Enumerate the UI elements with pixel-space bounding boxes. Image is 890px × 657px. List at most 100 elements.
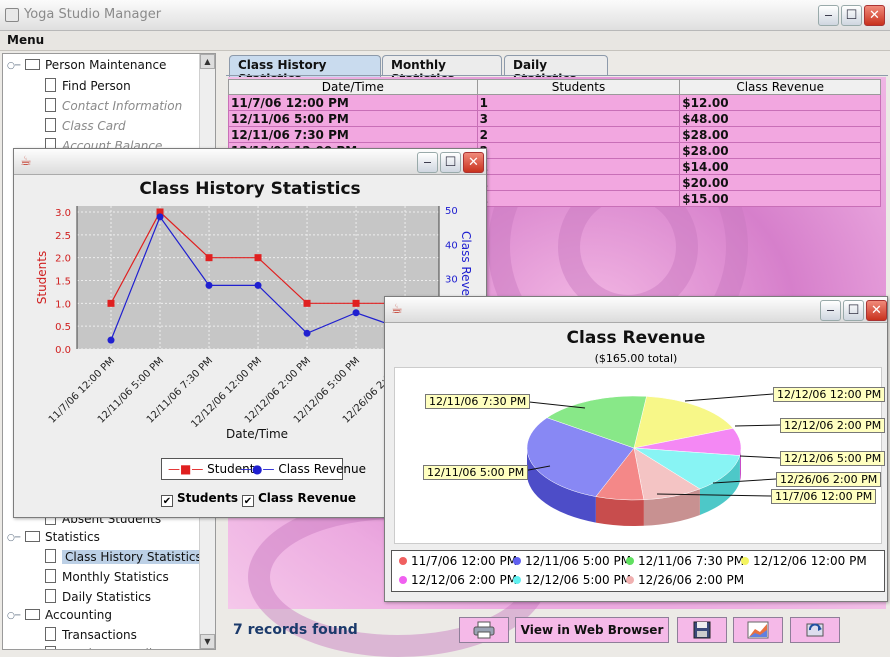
y-axis-label: Students bbox=[35, 251, 49, 305]
revenue-point bbox=[303, 329, 311, 337]
app-icon bbox=[5, 8, 19, 22]
students-point bbox=[205, 254, 213, 262]
scroll-up-button[interactable]: ▲ bbox=[200, 54, 215, 69]
pie-legend-item: 12/12/06 5:00 PM bbox=[513, 573, 631, 587]
document-icon bbox=[45, 78, 56, 92]
view-in-web-browser-button[interactable]: View in Web Browser bbox=[515, 617, 669, 643]
students-point bbox=[352, 299, 360, 307]
folder-icon bbox=[25, 609, 40, 620]
revenue-point bbox=[156, 213, 164, 221]
pie-callout-label: 11/7/06 12:00 PM bbox=[771, 489, 877, 504]
table-cell: 12/11/06 7:30 PM bbox=[228, 126, 478, 143]
scroll-down-button[interactable]: ▼ bbox=[200, 634, 215, 649]
save-button[interactable] bbox=[677, 617, 727, 643]
menu-button[interactable]: Menu bbox=[7, 33, 44, 47]
pie-callout-label: 12/11/06 7:30 PM bbox=[425, 394, 531, 409]
pie-legend-label: 12/11/06 7:30 PM bbox=[638, 554, 745, 568]
tree-item-find-person[interactable]: Find Person bbox=[45, 78, 131, 96]
chart-window-titlebar: ☕ ‒ ☐ ✕ bbox=[14, 149, 486, 175]
table-cell: $28.00 bbox=[679, 126, 881, 143]
tree-item-label: Contact Information bbox=[62, 99, 183, 113]
minimize-button[interactable]: ‒ bbox=[818, 5, 839, 26]
table-row[interactable]: 11/7/06 12:00 PM 1 $12.00 bbox=[228, 94, 881, 111]
print-button[interactable] bbox=[459, 617, 509, 643]
tab-class-history-statistics[interactable]: Class History Statistics bbox=[229, 55, 381, 86]
pie-maximize-button[interactable]: ☐ bbox=[843, 300, 864, 321]
tree-item-contact-information[interactable]: Contact Information bbox=[45, 98, 182, 116]
close-button[interactable]: ✕ bbox=[864, 5, 885, 26]
table-row[interactable]: 12/11/06 5:00 PM 3 $48.00 bbox=[228, 110, 881, 127]
students-point bbox=[303, 299, 311, 307]
pie-minimize-button[interactable]: ‒ bbox=[820, 300, 841, 321]
table-cell: $12.00 bbox=[679, 94, 881, 111]
table-cell: $14.00 bbox=[679, 158, 881, 175]
tree-expander-icon[interactable]: ○─ bbox=[7, 611, 20, 621]
chart-maximize-button[interactable]: ☐ bbox=[440, 152, 461, 173]
pie-window-titlebar: ☕ ‒ ☐ ✕ bbox=[385, 297, 887, 323]
revenue-checkbox-label: Class Revenue bbox=[258, 491, 357, 505]
tree-item-label: Statistics bbox=[45, 530, 100, 544]
chart-close-button[interactable]: ✕ bbox=[463, 152, 484, 173]
students-checkbox[interactable]: ✔ Students bbox=[161, 491, 238, 507]
check-icon: ✔ bbox=[161, 495, 173, 507]
printer-icon bbox=[473, 621, 495, 639]
tree-expander-icon[interactable]: ○─ bbox=[7, 61, 20, 71]
tree-item-daily-statistics[interactable]: Daily Statistics bbox=[45, 589, 151, 607]
refresh-button[interactable] bbox=[790, 617, 840, 643]
tree-item-label: Person Maintenance bbox=[45, 58, 167, 72]
y-tick-label: 2.5 bbox=[55, 231, 71, 242]
tree-item-statistics[interactable]: Statistics bbox=[25, 530, 100, 548]
tree-expander-icon[interactable]: ○─ bbox=[7, 533, 20, 543]
chart-button[interactable] bbox=[733, 617, 783, 643]
tree-item-person-maintenance[interactable]: Person Maintenance bbox=[25, 58, 166, 76]
tree-item-label: Accounting bbox=[45, 608, 113, 622]
tree-item-label: Daily Statistics bbox=[62, 590, 152, 604]
revenue-point bbox=[254, 281, 262, 289]
records-found-label: 7 records found bbox=[233, 622, 358, 638]
pie-legend-item: 12/26/06 2:00 PM bbox=[626, 573, 744, 587]
pie-legend-item: 11/7/06 12:00 PM bbox=[399, 554, 517, 568]
revenue-checkbox[interactable]: ✔ Class Revenue bbox=[242, 491, 356, 507]
chart-minimize-button[interactable]: ‒ bbox=[417, 152, 438, 173]
y-tick-label: 2.0 bbox=[55, 254, 71, 265]
pie-legend-item: 12/11/06 7:30 PM bbox=[626, 554, 744, 568]
legend-dot-icon bbox=[399, 557, 407, 565]
callout-line bbox=[734, 424, 781, 427]
tree-item-teacher-payroll[interactable]: Teacher Payroll bbox=[45, 646, 152, 649]
pie-callout-label: 12/12/06 2:00 PM bbox=[780, 418, 886, 433]
tab-daily-statistics[interactable]: Daily Statistics bbox=[504, 55, 608, 86]
tree-item-monthly-statistics[interactable]: Monthly Statistics bbox=[45, 569, 169, 587]
y-tick-label: 0.0 bbox=[55, 345, 71, 356]
tree-item-class-history-statistics[interactable]: Class History Statistics bbox=[45, 549, 205, 567]
legend-revenue: —●— Class Revenue bbox=[240, 462, 366, 476]
line-chart-legend: —■— Students —●— Class Revenue bbox=[161, 458, 366, 480]
y-tick-label: 3.0 bbox=[55, 208, 71, 219]
column-header-revenue[interactable]: Class Revenue bbox=[679, 79, 881, 95]
legend-dot-icon bbox=[513, 576, 521, 584]
tree-item-accounting[interactable]: Accounting bbox=[25, 608, 112, 626]
legend-revenue-label: Class Revenue bbox=[278, 462, 366, 476]
window-titlebar: Yoga Studio Manager ‒ ☐ ✕ bbox=[0, 0, 890, 31]
tab-monthly-statistics[interactable]: Monthly Statistics bbox=[382, 55, 502, 86]
maximize-button[interactable]: ☐ bbox=[841, 5, 862, 26]
document-icon bbox=[45, 549, 56, 563]
pie-callout-label: 12/11/06 5:00 PM bbox=[423, 465, 529, 480]
legend-dot-icon bbox=[626, 557, 634, 565]
table-row[interactable]: 12/11/06 7:30 PM 2 $28.00 bbox=[228, 126, 881, 143]
tree-item-class-card[interactable]: Class Card bbox=[45, 118, 126, 136]
pie-close-button[interactable]: ✕ bbox=[866, 300, 887, 321]
tree-item-label: Class Card bbox=[62, 119, 126, 133]
tree-item-transactions[interactable]: Transactions bbox=[45, 627, 137, 645]
tree-item-label: Teacher Payroll bbox=[62, 647, 152, 649]
pie-legend-label: 12/26/06 2:00 PM bbox=[638, 573, 745, 587]
column-header-students[interactable]: Students bbox=[476, 79, 681, 95]
table-cell: 2 bbox=[476, 142, 681, 159]
students-point bbox=[254, 254, 262, 262]
table-cell: 1 bbox=[476, 190, 681, 207]
table-cell: 12/11/06 5:00 PM bbox=[228, 110, 478, 127]
pie-legend-item: 12/12/06 12:00 PM bbox=[741, 554, 867, 568]
y2-tick-label: 30 bbox=[445, 275, 458, 286]
column-header-datetime[interactable]: Date/Time bbox=[228, 79, 478, 95]
class-revenue-chart-window: ☕ ‒ ☐ ✕ Class Revenue ($165.00 total) 12… bbox=[384, 296, 888, 602]
tree-item-label: Monthly Statistics bbox=[62, 570, 169, 584]
